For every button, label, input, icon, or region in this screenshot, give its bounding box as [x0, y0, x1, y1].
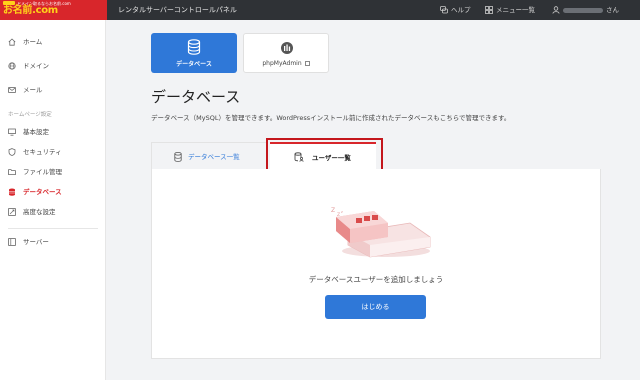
user-icon [552, 6, 560, 14]
sidebar: ホーム ドメイン メール ホームページ設定 基本設定 セキュリティ ファイル管理… [0, 20, 106, 380]
mail-icon [8, 87, 16, 93]
page-description: データベース（MySQL）を管理できます。WordPressインストール前に作成… [151, 114, 511, 122]
sidebar-item-mail[interactable]: メール [0, 80, 106, 100]
sidebar-item-label: ホーム [23, 38, 43, 46]
user-name-redacted [563, 7, 603, 13]
sidebar-item-label: セキュリティ [23, 148, 62, 156]
help-icon [440, 6, 448, 14]
user-suffix: さん [606, 6, 619, 14]
content-panel [151, 169, 601, 359]
grid-icon [485, 6, 493, 14]
sidebar-item-domain[interactable]: ドメイン [0, 56, 106, 76]
external-link-icon [304, 61, 310, 66]
sidebar-divider [8, 228, 98, 229]
sidebar-item-label: サーバー [23, 238, 49, 246]
menu-link[interactable]: メニュー一覧 [485, 0, 535, 20]
globe-icon [8, 62, 16, 70]
shield-icon [8, 148, 16, 156]
sidebar-item-security[interactable]: セキュリティ [0, 142, 106, 162]
sidebar-item-home[interactable]: ホーム [0, 32, 106, 52]
card-database-label: データベース [176, 61, 212, 68]
logo-name: お名前.com [3, 5, 58, 16]
tab-database-list[interactable]: データベース一覧 [151, 142, 267, 170]
monitor-icon [8, 128, 16, 136]
sidebar-item-label: データベース [23, 188, 62, 196]
app-title: レンタルサーバーコントロールパネル [118, 6, 237, 14]
home-icon [8, 38, 16, 46]
server-icon [8, 238, 16, 246]
card-database[interactable]: データベース [151, 33, 237, 73]
sidebar-item-label: 基本設定 [23, 128, 49, 136]
sidebar-section-label: ホームページ設定 [8, 112, 52, 118]
sidebar-item-server[interactable]: サーバー [0, 232, 106, 252]
svg-text:z: z [341, 210, 343, 214]
phpmyadmin-icon [281, 42, 293, 54]
sidebar-item-advanced-settings[interactable]: 高度な設定 [0, 202, 106, 222]
page-title: データベース [151, 88, 241, 106]
sidebar-item-label: 高度な設定 [23, 208, 56, 216]
tab-database-list-label: データベース一覧 [188, 153, 240, 161]
user-menu[interactable]: さん [552, 0, 619, 20]
card-phpmyadmin[interactable]: phpMyAdmin [243, 33, 329, 73]
sidebar-item-label: メール [23, 86, 43, 94]
database-icon [174, 152, 182, 162]
brand-logo[interactable]: ドメイン取るならお名前.com お名前.com [0, 0, 107, 20]
sidebar-item-file-manager[interactable]: ファイル管理 [0, 162, 106, 182]
database-empty-illustration: Z Z z [331, 207, 431, 258]
empty-state-message: データベースユーザーを追加しましょう [308, 275, 444, 284]
svg-text:Z: Z [337, 212, 340, 218]
menu-label: メニュー一覧 [496, 6, 535, 14]
folder-icon [8, 169, 16, 175]
sidebar-item-database[interactable]: データベース [0, 182, 106, 202]
top-bar: ドメイン取るならお名前.com お名前.com レンタルサーバーコントロールパネ… [0, 0, 640, 20]
card-phpmyadmin-label: phpMyAdmin [262, 60, 302, 67]
sidebar-item-label: ドメイン [23, 62, 49, 70]
database-icon [187, 39, 201, 55]
sidebar-item-label: ファイル管理 [23, 168, 62, 176]
start-button[interactable]: はじめる [325, 295, 426, 319]
help-link[interactable]: ヘルプ [440, 0, 471, 20]
svg-text:Z: Z [331, 207, 335, 214]
settings-icon [8, 208, 16, 216]
database-icon [9, 188, 15, 196]
help-label: ヘルプ [451, 6, 471, 14]
sidebar-item-basic-settings[interactable]: 基本設定 [0, 122, 106, 142]
